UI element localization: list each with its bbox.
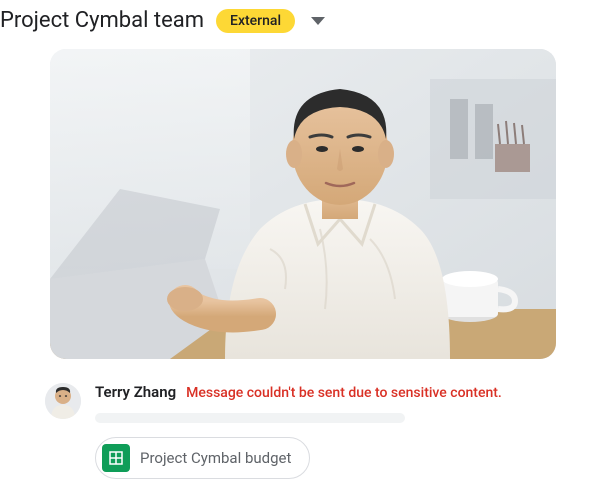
chevron-down-icon[interactable] [311,17,325,25]
attachment-chip[interactable]: Project Cymbal budget [95,437,310,479]
error-message: Message couldn't be sent due to sensitiv… [186,385,502,401]
sheets-icon [102,444,130,472]
chat-header: Project Cymbal team External [0,0,608,49]
message-content: Terry Zhang Message couldn't be sent due… [95,383,608,479]
message-placeholder-bar [95,413,405,423]
message-row: Terry Zhang Message couldn't be sent due… [45,383,608,479]
avatar[interactable] [45,383,81,419]
sender-line: Terry Zhang Message couldn't be sent due… [95,383,608,401]
hero-image [50,49,556,359]
external-badge: External [216,9,295,33]
attachment-label: Project Cymbal budget [140,449,291,467]
team-title: Project Cymbal team [0,8,204,33]
sender-name: Terry Zhang [95,383,176,401]
